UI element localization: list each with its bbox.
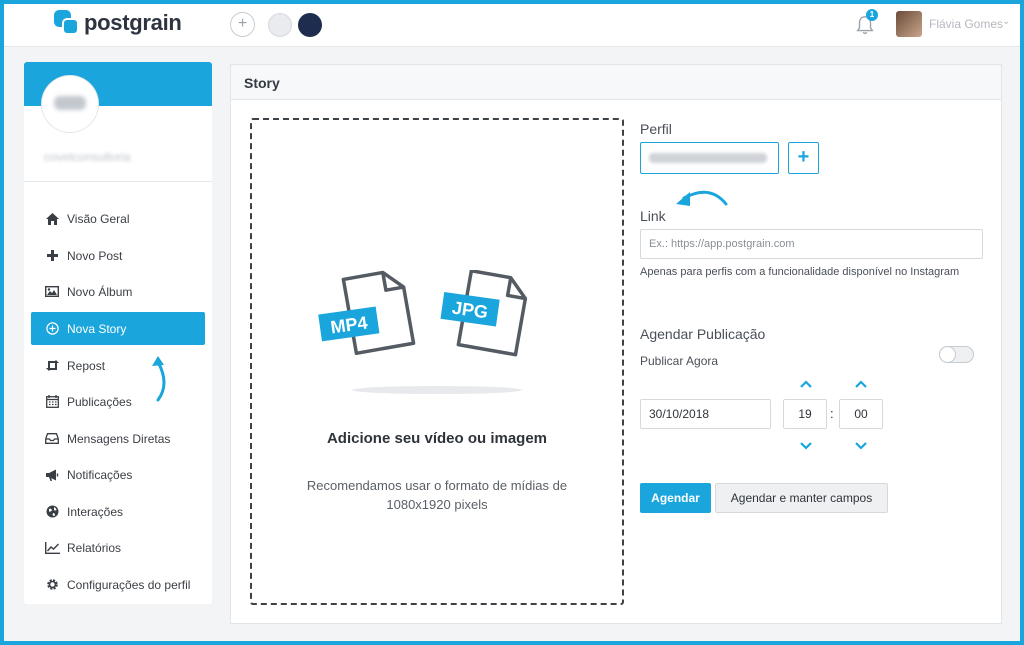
dropzone-title: Adicione seu vídeo ou imagem xyxy=(326,430,548,447)
sidebar-item-novo-album[interactable]: Novo Álbum xyxy=(31,275,205,308)
publish-now-label: Publicar Agora xyxy=(640,354,719,368)
repost-icon xyxy=(44,359,60,373)
sidebar-item-label: Novo Álbum xyxy=(67,284,133,299)
sidebar-item-mensagens-diretas[interactable]: Mensagens Diretas xyxy=(31,422,205,455)
image-icon xyxy=(44,285,60,299)
gear-icon xyxy=(44,578,60,592)
date-input[interactable]: 30/10/2018 xyxy=(640,399,771,429)
top-bar: postgrain + 1 Flávia Gomes ⌄ xyxy=(4,4,1020,47)
calendar-icon xyxy=(44,395,60,409)
link-label: Link xyxy=(640,208,666,224)
sidebar-item-configuracoes[interactable]: Configurações do perfil xyxy=(31,568,205,601)
panel-title: Story xyxy=(231,65,1001,100)
sidebar-item-interacoes[interactable]: Interações xyxy=(31,495,205,528)
chevron-down-icon[interactable] xyxy=(854,441,868,451)
curved-arrow-icon xyxy=(676,190,728,206)
hour-input[interactable]: 19 xyxy=(783,399,827,429)
chevron-up-icon[interactable] xyxy=(854,379,868,389)
chevron-down-icon[interactable] xyxy=(799,441,813,451)
user-name[interactable]: Flávia Gomes xyxy=(929,17,1003,31)
schedule-button[interactable]: Agendar xyxy=(640,483,711,513)
sidebar-item-label: Nova Story xyxy=(67,321,127,336)
schedule-keep-button[interactable]: Agendar e manter campos xyxy=(715,483,888,513)
sidebar-item-nova-story[interactable]: Nova Story xyxy=(31,312,205,345)
sidebar-item-relatorios[interactable]: Relatórios xyxy=(31,531,205,564)
chevron-down-icon[interactable]: ⌄ xyxy=(1002,16,1010,27)
sidebar-item-label: Publicações xyxy=(67,394,132,409)
add-account-button[interactable]: + xyxy=(230,12,255,37)
sidebar-item-label: Repost xyxy=(67,358,106,373)
account-avatar[interactable] xyxy=(268,13,292,37)
sidebar-item-repost[interactable]: Repost xyxy=(31,349,205,382)
sidebar-item-label: Visão Geral xyxy=(67,211,130,226)
sidebar-item-label: Mensagens Diretas xyxy=(67,431,171,446)
globe-icon xyxy=(44,505,60,519)
time-separator: : xyxy=(830,406,834,421)
add-profile-button[interactable]: + xyxy=(788,142,819,174)
sidebar-item-label: Relatórios xyxy=(67,540,122,555)
logo-icon xyxy=(54,10,80,36)
app-name: postgrain xyxy=(84,10,182,35)
sidebar-item-notificacoes[interactable]: Notificações xyxy=(31,458,205,491)
sidebar-item-label: Configurações do perfil xyxy=(67,577,191,592)
curved-arrow-icon xyxy=(152,356,166,402)
sidebar-item-novo-post[interactable]: Novo Post xyxy=(31,239,205,272)
sidebar-item-visao-geral[interactable]: Visão Geral xyxy=(31,202,205,235)
profile-name: covetconsultoria xyxy=(44,150,131,164)
media-dropzone[interactable]: MP4 JPG Adicione seu vídeo ou imagem Rec… xyxy=(250,118,624,605)
plus-circle-icon xyxy=(44,322,60,336)
link-help-text: Apenas para perfis com a funcionalidade … xyxy=(640,266,960,278)
profile-avatar[interactable] xyxy=(42,76,98,132)
app-logo[interactable]: postgrain xyxy=(54,10,182,36)
divider xyxy=(24,181,212,182)
sidebar: covetconsultoria Visão Geral Novo Post N… xyxy=(24,62,212,604)
link-input[interactable]: Ex.: https://app.postgrain.com xyxy=(640,229,983,259)
home-icon xyxy=(44,212,60,226)
megaphone-icon xyxy=(44,468,60,482)
chart-icon xyxy=(44,541,60,555)
profile-select[interactable] xyxy=(640,142,779,174)
sidebar-item-label: Interações xyxy=(67,504,124,519)
notification-badge: 1 xyxy=(866,9,878,21)
inbox-icon xyxy=(44,432,60,446)
schedule-label: Agendar Publicação xyxy=(640,326,766,342)
story-panel: Story MP4 JPG Adicione seu vídeo ou imag… xyxy=(230,64,1002,624)
sidebar-item-publicacoes[interactable]: Publicações xyxy=(31,385,205,418)
sidebar-item-label: Novo Post xyxy=(67,248,123,263)
file-types-illustration: MP4 JPG xyxy=(318,270,528,394)
plus-icon xyxy=(44,249,60,263)
chevron-up-icon[interactable] xyxy=(799,379,813,389)
dropzone-subtitle: Recomendamos usar o formato de mídias de… xyxy=(306,478,568,512)
account-avatar[interactable] xyxy=(298,13,322,37)
publish-now-toggle[interactable] xyxy=(939,346,974,363)
app-frame: postgrain + 1 Flávia Gomes ⌄ covetconsul… xyxy=(0,0,1024,645)
profile-label: Perfil xyxy=(640,121,672,137)
minute-input[interactable]: 00 xyxy=(839,399,883,429)
sidebar-item-label: Notificações xyxy=(67,467,133,482)
user-avatar[interactable] xyxy=(896,11,922,37)
